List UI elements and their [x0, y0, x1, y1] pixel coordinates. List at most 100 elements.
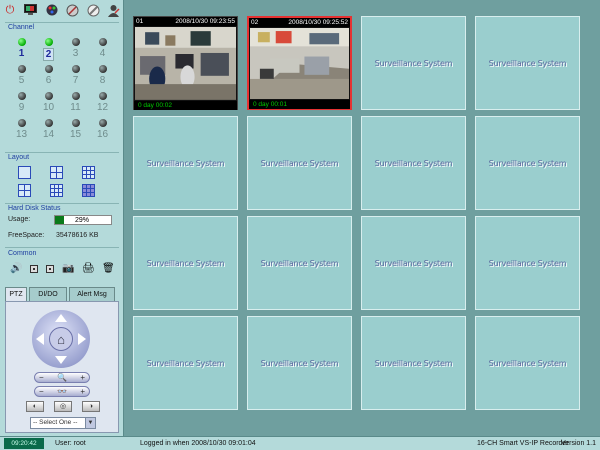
zoom-in-button[interactable]: + — [80, 373, 85, 382]
layout-option[interactable] — [82, 166, 114, 184]
channel-status-icon — [71, 119, 80, 127]
chevron-down-icon[interactable]: ▼ — [85, 418, 95, 428]
channel-number: 1 — [18, 48, 25, 59]
layout-quad-icon — [50, 166, 63, 179]
channel-button[interactable]: 5 — [8, 63, 35, 90]
channel-title: Channel — [8, 24, 35, 31]
channel-number: 13 — [15, 129, 28, 140]
user-icon[interactable] — [107, 3, 121, 17]
empty-camera-slot[interactable]: Surveillance System — [133, 316, 238, 410]
channel-status-icon — [71, 65, 80, 73]
channel-button[interactable]: 14 — [35, 117, 62, 144]
user-status: User: root — [55, 440, 86, 447]
camera-view[interactable]: 01 2008/10/30 09:23:55 0 day 00:02 — [133, 16, 238, 110]
channel-button[interactable]: 13 — [8, 117, 35, 144]
empty-camera-slot[interactable]: Surveillance System — [247, 216, 352, 310]
ptz-panel: ⌂ − 🔍 + − 👓 + ◐ ◎ ◑ -- Select One -- ▼ — [5, 301, 119, 433]
preset-select[interactable]: -- Select One -- ▼ — [30, 417, 96, 429]
layout-nine-icon — [50, 184, 63, 197]
empty-camera-slot[interactable]: Surveillance System — [475, 316, 580, 410]
version: Version 1.1 — [561, 440, 597, 447]
pan-left-arrow[interactable] — [36, 333, 44, 345]
channel-number: 11 — [70, 102, 81, 113]
channel-button[interactable]: 3 — [62, 36, 89, 63]
channel-button[interactable]: 9 — [8, 90, 35, 117]
empty-camera-slot[interactable]: Surveillance System — [361, 216, 466, 310]
login-time: Logged in when 2008/10/30 09:01:04 — [140, 440, 256, 447]
placeholder-text: Surveillance System — [488, 158, 567, 168]
camera-icon[interactable]: 📷 — [62, 263, 74, 275]
home-button[interactable]: ⌂ — [49, 327, 73, 351]
tab-ptz[interactable]: PTZ — [5, 287, 27, 301]
trash-icon[interactable]: 🗑 — [102, 263, 115, 275]
tab-di-do[interactable]: DI/DO — [29, 287, 67, 301]
printer-icon[interactable]: 🖨 — [82, 263, 95, 275]
channel-status-icon — [71, 92, 80, 100]
channel-button[interactable]: 12 — [89, 90, 116, 117]
placeholder-text: Surveillance System — [260, 358, 339, 368]
channel-button[interactable]: 8 — [89, 63, 116, 90]
placeholder-text: Surveillance System — [260, 258, 339, 268]
pan-down-arrow[interactable] — [55, 356, 67, 364]
channel-button[interactable]: 2 — [35, 36, 62, 63]
iris-auto-button[interactable]: ◎ — [54, 401, 72, 412]
record-button[interactable] — [46, 265, 54, 273]
camera-view[interactable]: 02 2008/10/30 09:25:52 0 day 00:01 — [247, 16, 352, 110]
empty-camera-slot[interactable]: Surveillance System — [247, 316, 352, 410]
channel-button[interactable]: 11 — [62, 90, 89, 117]
placeholder-text: Surveillance System — [488, 258, 567, 268]
pan-up-arrow[interactable] — [55, 314, 67, 322]
empty-camera-slot[interactable]: Surveillance System — [247, 116, 352, 210]
channel-status-icon — [17, 38, 26, 46]
empty-camera-slot[interactable]: Surveillance System — [475, 216, 580, 310]
pan-right-arrow[interactable] — [78, 333, 86, 345]
channel-button[interactable]: 4 — [89, 36, 116, 63]
layout-option[interactable] — [18, 166, 50, 184]
channel-number: 12 — [96, 102, 109, 113]
monitor-icon[interactable] — [24, 3, 38, 17]
palette-icon[interactable] — [45, 3, 59, 17]
layout-option[interactable] — [18, 184, 50, 202]
stop-button[interactable] — [30, 265, 38, 273]
iris-close-button[interactable]: ◐ — [26, 401, 44, 412]
clock: 09:20:42 — [4, 438, 44, 449]
focus-out-button[interactable]: − — [39, 387, 44, 396]
channel-status-icon — [17, 65, 26, 73]
channel-number: 3 — [72, 48, 79, 59]
empty-camera-slot[interactable]: Surveillance System — [133, 216, 238, 310]
channel-button[interactable]: 1 — [8, 36, 35, 63]
settings-icon[interactable] — [65, 3, 79, 17]
layout-sixteen-icon — [82, 184, 95, 197]
channel-number: 5 — [18, 75, 25, 86]
layout-option[interactable] — [50, 184, 82, 202]
speaker-icon[interactable]: 🔊 — [10, 263, 22, 275]
power-icon[interactable]: ⏻ — [3, 3, 17, 17]
tools-icon[interactable] — [86, 3, 100, 17]
empty-camera-slot[interactable]: Surveillance System — [361, 316, 466, 410]
zoom-out-button[interactable]: − — [39, 373, 44, 382]
focus-in-button[interactable]: + — [80, 387, 85, 396]
layout-option[interactable] — [82, 184, 114, 202]
camera-uptime: 0 day 00:01 — [249, 100, 350, 110]
zoom-icon: 🔍 — [57, 373, 67, 382]
common-toolbar: 🔊 📷 🖨 🗑 — [10, 262, 115, 276]
camera-header: 01 2008/10/30 09:23:55 — [134, 17, 237, 26]
channel-button[interactable]: 15 — [62, 117, 89, 144]
empty-camera-slot[interactable]: Surveillance System — [361, 16, 466, 110]
iris-open-button[interactable]: ◑ — [82, 401, 100, 412]
channel-status-icon — [44, 119, 53, 127]
empty-camera-slot[interactable]: Surveillance System — [361, 116, 466, 210]
empty-camera-slot[interactable]: Surveillance System — [133, 116, 238, 210]
empty-camera-slot[interactable]: Surveillance System — [475, 16, 580, 110]
layout-option[interactable] — [50, 166, 82, 184]
tab-alert-msg[interactable]: Alert Msg — [69, 287, 115, 301]
channel-button[interactable]: 7 — [62, 63, 89, 90]
channel-button[interactable]: 10 — [35, 90, 62, 117]
channel-button[interactable]: 16 — [89, 117, 116, 144]
placeholder-text: Surveillance System — [146, 258, 225, 268]
product-name: 16-CH Smart VS-IP Recorder — [477, 440, 569, 447]
channel-grid: 1 2 3 4 5 6 7 8 9 10 11 12 13 14 15 16 — [8, 36, 116, 146]
channel-button[interactable]: 6 — [35, 63, 62, 90]
placeholder-text: Surveillance System — [488, 358, 567, 368]
empty-camera-slot[interactable]: Surveillance System — [475, 116, 580, 210]
